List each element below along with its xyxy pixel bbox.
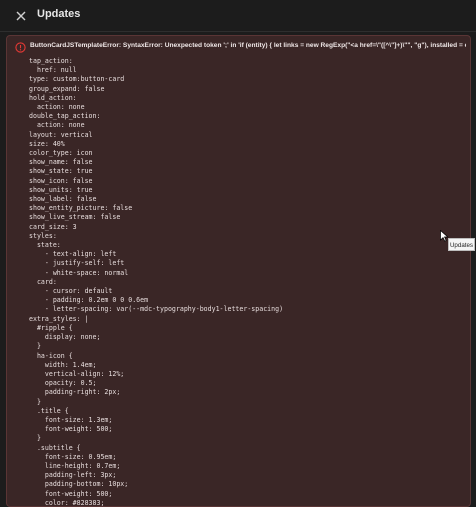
code-line: .subtitle { <box>29 443 81 452</box>
code-line: double_tap_action: <box>29 112 101 121</box>
code-line: - cursor: default <box>29 287 113 296</box>
code-line: card: <box>29 277 57 286</box>
code-line: - justify-self: left <box>29 259 125 268</box>
code-line: layout: vertical <box>29 130 93 139</box>
code-line: font-size: 1.3em; <box>29 415 113 424</box>
code-line: state: <box>29 241 61 250</box>
code-line: .title { <box>29 406 69 415</box>
code-line: - letter-spacing: var(--mdc-typography-b… <box>29 305 284 314</box>
code-line: group_expand: false <box>29 84 105 93</box>
code-line: action: none <box>29 103 85 112</box>
code-line: padding-bottom: 10px; <box>29 480 129 489</box>
code-line: show_name: false <box>29 158 93 167</box>
code-line: card_size: 3 <box>29 222 77 231</box>
code-line: font-size: 0.95em; <box>29 452 117 461</box>
code-line: vertical-align: 12%; <box>29 369 125 378</box>
code-line: padding-right: 2px; <box>29 388 121 397</box>
close-icon <box>16 11 26 21</box>
code-line: font-weight: 500; <box>29 489 113 498</box>
code-line: show_label: false <box>29 195 97 204</box>
code-line: show_live_stream: false <box>29 213 121 222</box>
close-button[interactable] <box>12 7 30 25</box>
code-line: - padding: 0.2em 0 0 0.6em <box>29 296 149 305</box>
error-icon <box>15 42 26 53</box>
code-line: opacity: 0.5; <box>29 379 97 388</box>
code-line: size: 40% <box>29 139 65 148</box>
code-line: extra_styles: | <box>29 314 89 323</box>
dialog-header: Updates <box>0 0 476 32</box>
code-line: href: null <box>29 66 77 75</box>
code-line: - white-space: normal <box>29 268 129 277</box>
code-line: } <box>29 434 41 443</box>
code-line: } <box>29 342 41 351</box>
code-line: show_entity_picture: false <box>29 204 133 213</box>
code-line: line-height: 0.7em; <box>29 461 121 470</box>
code-line: type: custom:button-card <box>29 75 125 84</box>
error-message: ButtonCardJSTemplateError: SyntaxError: … <box>30 42 466 49</box>
code-line: font-weight: 500; <box>29 425 113 434</box>
code-line: action: none <box>29 121 85 130</box>
code-line: - text-align: left <box>29 250 117 259</box>
code-line: show_units: true <box>29 185 93 194</box>
tooltip: Updates <box>448 238 475 251</box>
code-line: ha-icon { <box>29 351 73 360</box>
code-line: width: 1.4em; <box>29 360 97 369</box>
code-line: styles: <box>29 231 57 240</box>
code-line: tap_action: <box>29 57 73 65</box>
code-block: tap_action: href: null type: custom:butto… <box>29 57 284 506</box>
dialog-title: Updates <box>37 8 81 20</box>
error-card: ButtonCardJSTemplateError: SyntaxError: … <box>6 35 471 507</box>
code-line: hold_action: <box>29 93 77 102</box>
code-line: padding-left: 3px; <box>29 471 117 480</box>
code-line: } <box>29 397 41 406</box>
code-line: #ripple { <box>29 323 73 332</box>
code-line: show_icon: false <box>29 176 93 185</box>
code-line: color_type: icon <box>29 149 93 158</box>
code-line: show_state: true <box>29 167 93 176</box>
code-line: display: none; <box>29 333 101 342</box>
